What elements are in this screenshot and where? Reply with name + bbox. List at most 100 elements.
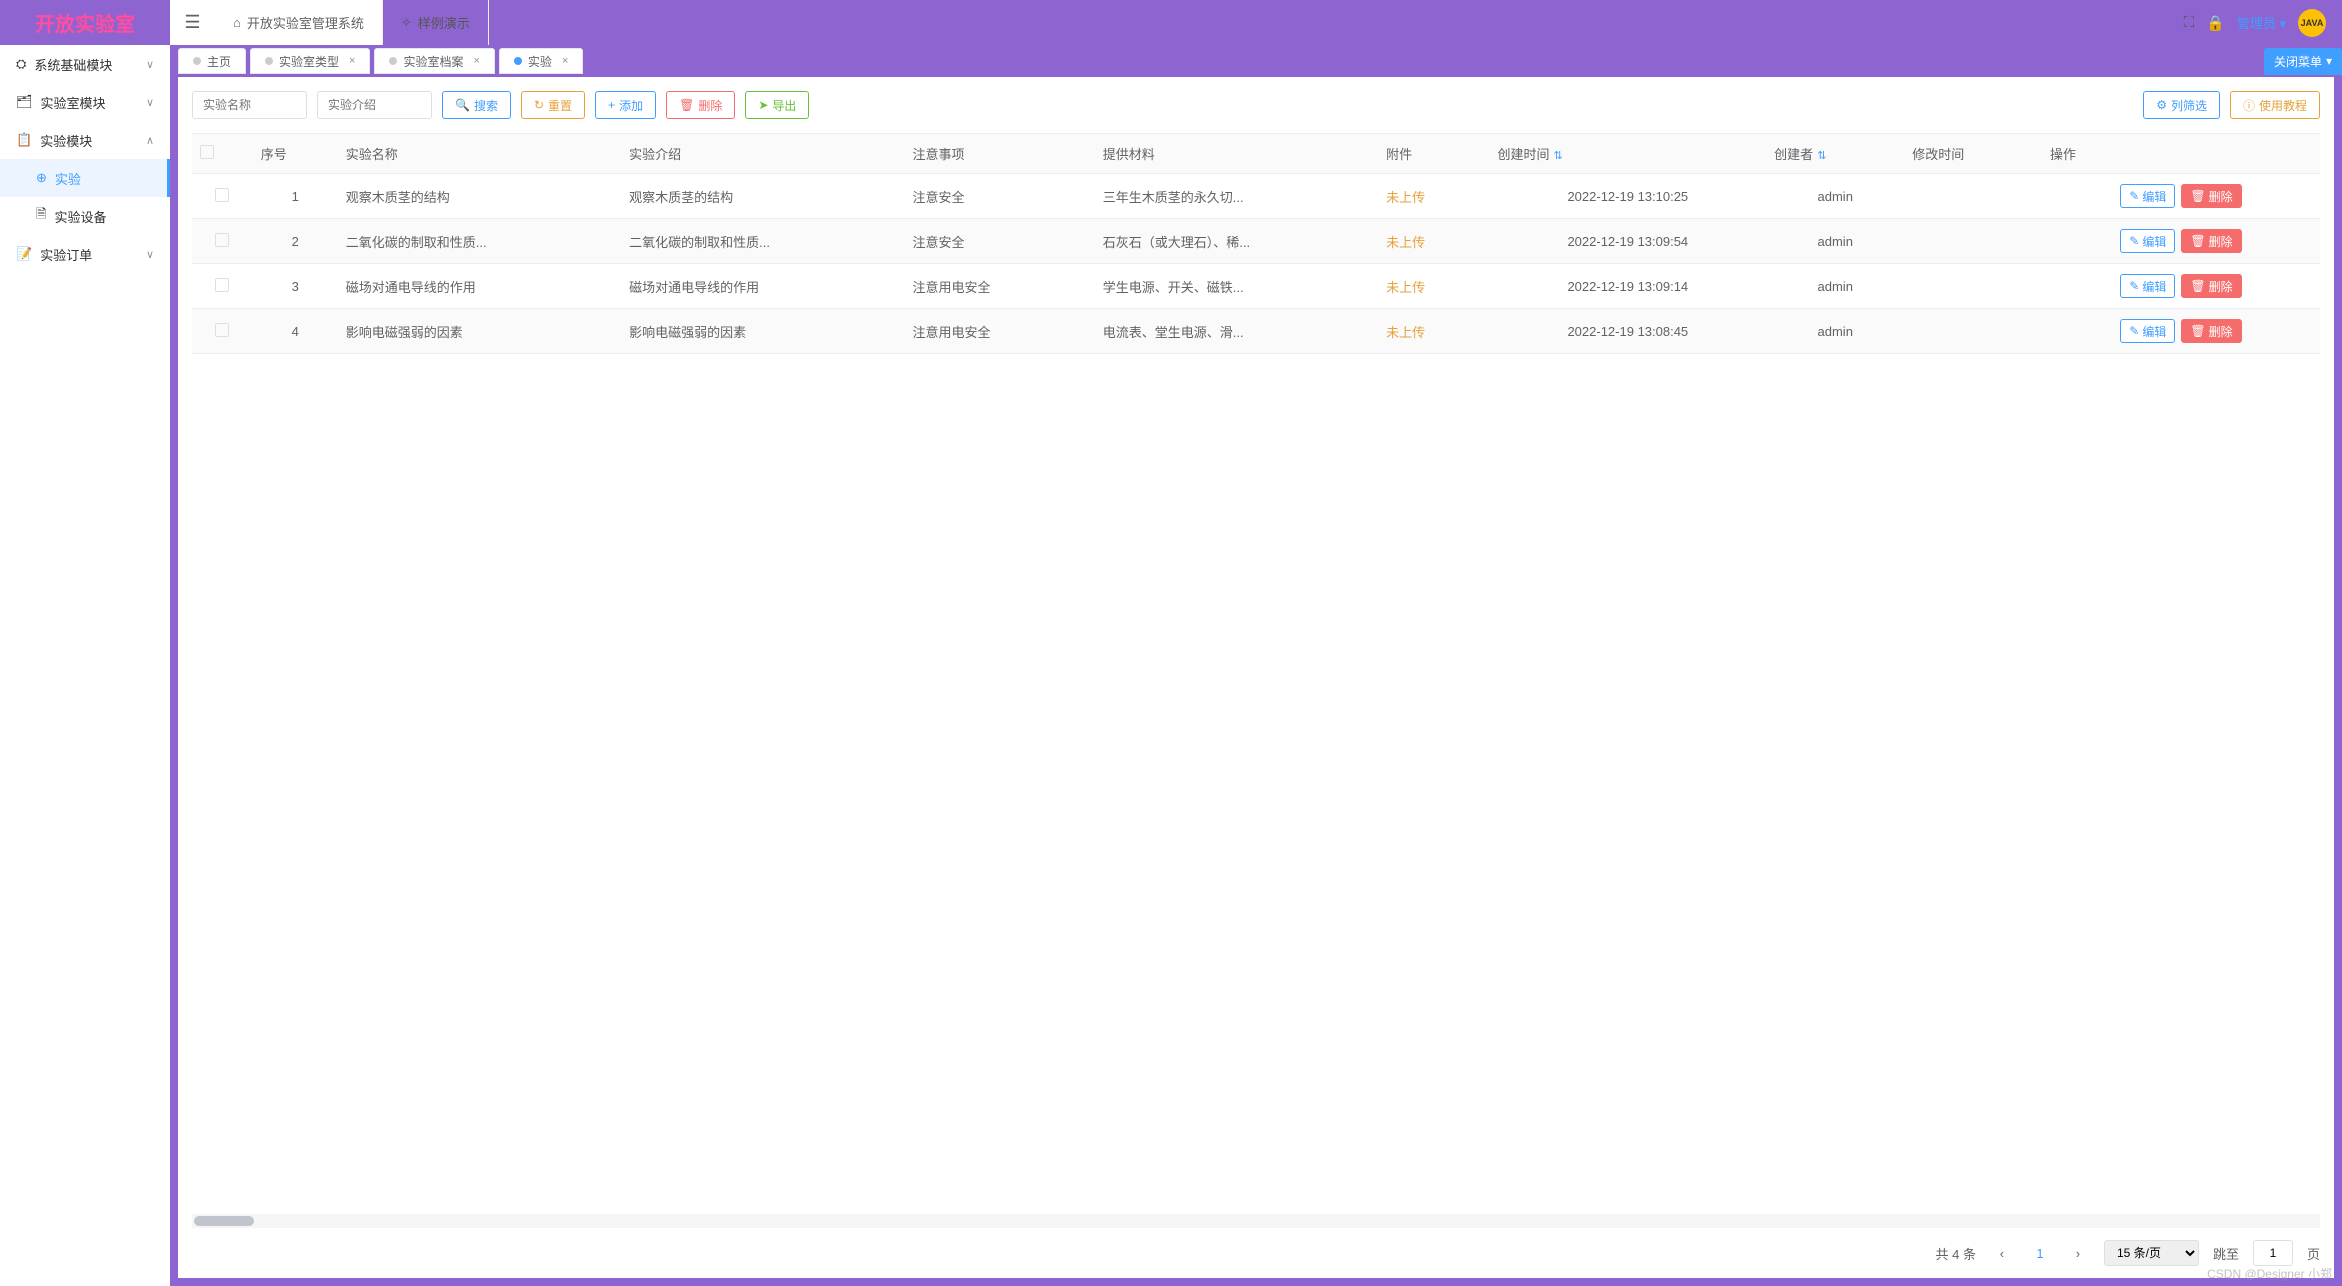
cell-material: 电流表、堂生电源、滑... <box>1095 309 1378 354</box>
list-icon: 📋 <box>16 132 32 148</box>
search-button[interactable]: 🔍搜索 <box>442 91 511 119</box>
btn-label: 重置 <box>548 97 572 114</box>
cell-action: ✎编辑 🗑删除 <box>2042 309 2320 354</box>
nav-label: 实验订单 <box>40 245 92 264</box>
tab-label: 主页 <box>207 53 231 70</box>
avatar[interactable]: JAVA <box>2298 9 2326 37</box>
tab-dot-icon <box>514 57 522 65</box>
header-demo-tab[interactable]: ✧ 样例演示 <box>383 0 489 45</box>
chevron-down-icon: ∨ <box>146 96 154 109</box>
circle-icon: ⊕ <box>36 170 47 186</box>
delete-button[interactable]: 🗑删除 <box>666 91 735 119</box>
nav-label: 实验室模块 <box>41 93 106 112</box>
next-page-button[interactable]: › <box>2066 1241 2090 1265</box>
close-icon[interactable]: × <box>562 55 568 67</box>
row-delete-button[interactable]: 🗑删除 <box>2181 184 2241 208</box>
lock-icon[interactable]: 🔒 <box>2206 14 2225 32</box>
pagination: 共 4 条 ‹ 1 › 15 条/页 跳至 页 <box>178 1228 2334 1278</box>
tab-experiment[interactable]: 实验 × <box>499 48 583 74</box>
nav-item-experiment[interactable]: 📋 实验模块 ∧ <box>0 121 170 159</box>
info-icon: ⓘ <box>2243 97 2255 114</box>
sort-icon: ⇅ <box>1817 150 1826 162</box>
cell-intro: 影响电磁强弱的因素 <box>621 309 904 354</box>
search-intro-input[interactable] <box>317 91 432 119</box>
cell-name: 二氧化碳的制取和性质... <box>338 219 621 264</box>
cell-material: 学生电源、开关、磁铁... <box>1095 264 1378 309</box>
nav-sub-experiment[interactable]: ⊕ 实验 <box>0 159 170 197</box>
prev-page-button[interactable]: ‹ <box>1990 1241 2014 1265</box>
tab-dot-icon <box>389 57 397 65</box>
col-file: 附件 <box>1378 134 1489 174</box>
row-checkbox[interactable] <box>215 233 229 247</box>
chevron-down-icon: ∨ <box>146 248 154 261</box>
row-checkbox[interactable] <box>215 188 229 202</box>
main: ☰ ⌂ 开放实验室管理系统 ✧ 样例演示 ⛶ 🔒 管理员 ▾ JAVA 主页 <box>170 0 2342 1286</box>
edit-button[interactable]: ✎编辑 <box>2120 319 2175 343</box>
tab-home[interactable]: 主页 <box>178 48 246 74</box>
reset-button[interactable]: ↻重置 <box>521 91 585 119</box>
row-checkbox[interactable] <box>215 278 229 292</box>
search-name-input[interactable] <box>192 91 307 119</box>
export-button[interactable]: ➤导出 <box>745 91 809 119</box>
edit-button[interactable]: ✎编辑 <box>2120 184 2175 208</box>
row-delete-button[interactable]: 🗑删除 <box>2181 274 2241 298</box>
edit-button[interactable]: ✎编辑 <box>2120 229 2175 253</box>
total-count: 共 4 条 <box>1936 1244 1976 1263</box>
tab-dot-icon <box>265 57 273 65</box>
home-icon: ⌂ <box>233 15 241 30</box>
chevron-down-icon: ▾ <box>2326 54 2332 68</box>
table-row: 1 观察木质茎的结构 观察木质茎的结构 注意安全 三年生木质茎的永久切... 未… <box>192 174 2320 219</box>
nav-label: 系统基础模块 <box>34 55 112 74</box>
col-action: 操作 <box>2042 134 2320 174</box>
header-home-tab[interactable]: ⌂ 开放实验室管理系统 <box>215 0 383 45</box>
close-icon[interactable]: × <box>473 55 479 67</box>
tutorial-button[interactable]: ⓘ使用教程 <box>2230 91 2320 119</box>
fullscreen-icon[interactable]: ⛶ <box>2184 14 2195 31</box>
cell-action: ✎编辑 🗑删除 <box>2042 219 2320 264</box>
cell-seq: 4 <box>253 309 338 354</box>
nav-item-lab[interactable]: 🗂实验室模块 ∨ <box>0 83 170 121</box>
col-ctime[interactable]: 创建时间⇅ <box>1489 134 1766 174</box>
page-size-select[interactable]: 15 条/页 <box>2104 1240 2199 1266</box>
cell-file: 未上传 <box>1378 309 1489 354</box>
chevron-down-icon: ∨ <box>146 58 154 71</box>
page-number[interactable]: 1 <box>2028 1241 2052 1265</box>
sparkle-icon: ✧ <box>401 15 412 31</box>
col-intro: 实验介绍 <box>621 134 904 174</box>
chevron-up-icon: ∧ <box>146 134 154 147</box>
nav-item-system[interactable]: ⛭系统基础模块 ∨ <box>0 45 170 83</box>
select-all-checkbox[interactable] <box>200 145 214 159</box>
nav-sub-label: 实验 <box>55 169 81 188</box>
trash-icon: 🗑 <box>2190 234 2205 248</box>
edit-button[interactable]: ✎编辑 <box>2120 274 2175 298</box>
table-row: 4 影响电磁强弱的因素 影响电磁强弱的因素 注意用电安全 电流表、堂生电源、滑.… <box>192 309 2320 354</box>
add-button[interactable]: +添加 <box>595 91 656 119</box>
row-delete-button[interactable]: 🗑删除 <box>2181 229 2241 253</box>
jump-page-input[interactable] <box>2253 1240 2293 1266</box>
cell-file: 未上传 <box>1378 264 1489 309</box>
edit-icon: ✎ <box>2129 324 2139 338</box>
filter-button[interactable]: ⚙列筛选 <box>2143 91 2220 119</box>
panel: 🔍搜索 ↻重置 +添加 🗑删除 ➤导出 ⚙列筛选 ⓘ使用教程 <box>178 77 2334 1278</box>
close-icon[interactable]: × <box>349 55 355 67</box>
menu-toggle[interactable]: ☰ <box>170 0 215 45</box>
tab-lab-archive[interactable]: 实验室档案 × <box>374 48 494 74</box>
table-wrap: 序号 实验名称 实验介绍 注意事项 提供材料 附件 创建时间⇅ 创建者⇅ 修改时… <box>178 133 2334 1214</box>
note-icon: 📝 <box>16 246 32 262</box>
cell-ctime: 2022-12-19 13:08:45 <box>1489 309 1766 354</box>
row-delete-button[interactable]: 🗑删除 <box>2181 319 2241 343</box>
tab-dot-icon <box>193 57 201 65</box>
close-all-button[interactable]: 关闭菜单 ▾ <box>2264 48 2342 75</box>
btn-label: 添加 <box>619 97 643 114</box>
nav-label: 实验模块 <box>40 131 92 150</box>
nav-item-order[interactable]: 📝 实验订单 ∨ <box>0 235 170 273</box>
cell-note: 注意安全 <box>904 219 1094 264</box>
row-checkbox[interactable] <box>215 323 229 337</box>
col-creator[interactable]: 创建者⇅ <box>1766 134 1904 174</box>
scrollbar-thumb[interactable] <box>194 1216 254 1226</box>
user-name-link[interactable]: 管理员 ▾ <box>2237 13 2286 32</box>
horizontal-scrollbar[interactable] <box>192 1214 2320 1228</box>
cell-seq: 1 <box>253 174 338 219</box>
tab-lab-type[interactable]: 实验室类型 × <box>250 48 370 74</box>
nav-sub-equipment[interactable]: 🗎实验设备 <box>0 197 170 235</box>
